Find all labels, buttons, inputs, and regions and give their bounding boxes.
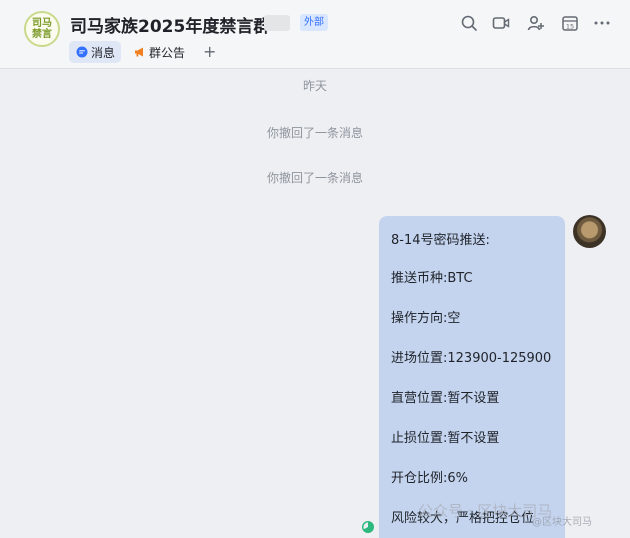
group-avatar-text-1: 司马 — [32, 18, 52, 29]
more-icon[interactable] — [593, 14, 611, 32]
recall-notice: 你撤回了一条消息 — [266, 171, 363, 185]
message-line: 止损位置:暂不设置 — [391, 431, 500, 446]
search-icon[interactable] — [460, 14, 478, 32]
recall-notice: 你撤回了一条消息 — [266, 126, 363, 140]
chat-title[interactable]: 司马家族2025年度禁言群 — [70, 12, 270, 37]
add-member-icon[interactable] — [527, 14, 545, 32]
message-line: 直营位置:暂不设置 — [391, 391, 500, 406]
redacted-badge — [264, 15, 290, 31]
tab-messages[interactable]: 消息 — [69, 41, 121, 63]
message-line: 进场位置:123900-125900 — [391, 351, 552, 366]
watermark-small: @区块大司马 — [532, 517, 592, 528]
calendar-day: 15 — [566, 23, 574, 31]
group-avatar[interactable]: 司马 禁言 — [24, 11, 60, 47]
calendar-icon[interactable]: 15 — [561, 14, 579, 32]
message-icon — [76, 46, 88, 58]
sender-avatar[interactable] — [573, 215, 606, 248]
message-line: 操作方向:空 — [391, 311, 461, 326]
tab-announcement-label: 群公告 — [149, 45, 186, 60]
video-icon[interactable] — [492, 14, 510, 32]
read-status-icon — [362, 521, 374, 533]
megaphone-icon — [135, 47, 143, 57]
message-bubble[interactable]: 8-14号密码推送: 推送币种:BTC 操作方向:空 进场位置:123900-1… — [379, 216, 565, 538]
chat-header: 司马 禁言 司马家族2025年度禁言群 外部 15 消息 群公告 + — [0, 0, 630, 69]
external-tag: 外部 — [300, 14, 328, 31]
date-separator: 昨天 — [302, 79, 327, 93]
message-line: 8-14号密码推送: — [391, 233, 490, 248]
message-line: 开仓比例:6% — [391, 471, 469, 486]
message-line: 推送币种:BTC — [391, 271, 473, 286]
tab-announcement[interactable]: 群公告 — [134, 41, 194, 63]
group-avatar-text-2: 禁言 — [32, 29, 52, 40]
tab-messages-label: 消息 — [91, 45, 116, 60]
add-tab-button[interactable]: + — [203, 42, 216, 61]
